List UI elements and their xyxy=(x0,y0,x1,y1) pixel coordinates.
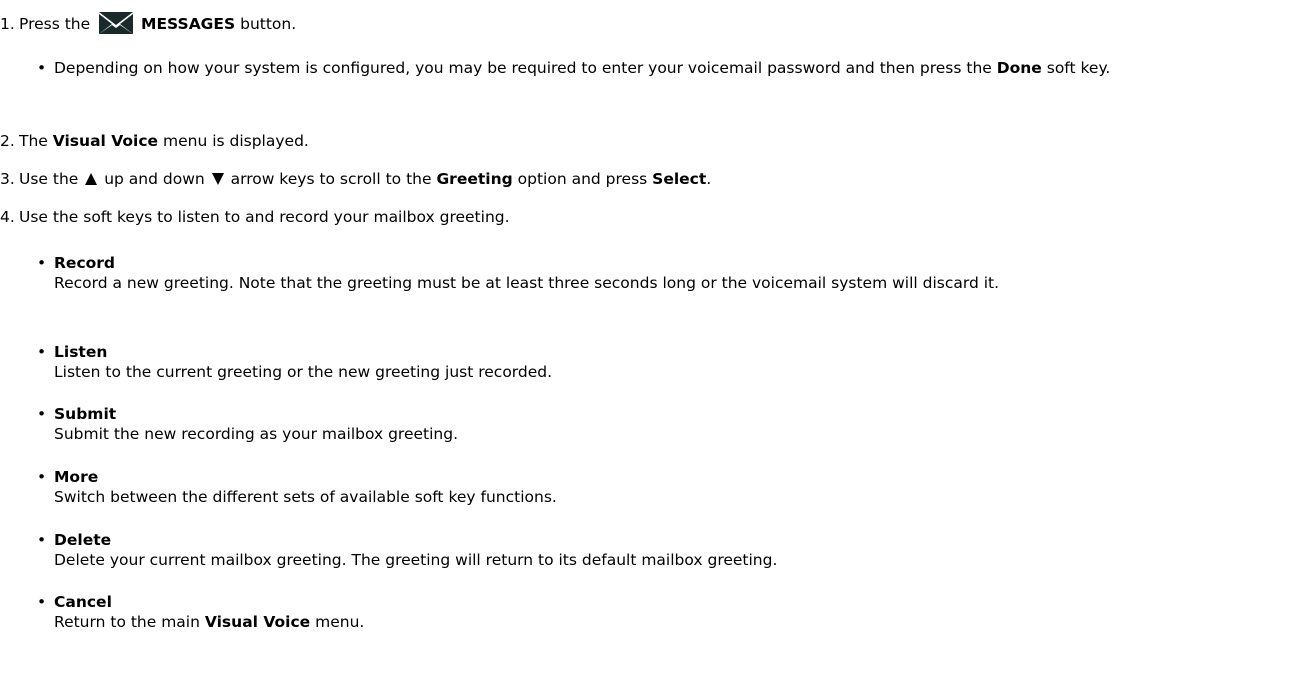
step-number: 1. xyxy=(0,15,15,33)
visual-voice-label: Visual Voice xyxy=(52,132,159,150)
step-text: Press the xyxy=(19,15,91,33)
softkey-desc: Return to the main xyxy=(54,613,200,631)
softkey-name: Record xyxy=(54,254,116,272)
softkey-desc: Listen to the current greeting or the ne… xyxy=(54,363,553,381)
step-text: arrow keys to scroll to the xyxy=(230,170,432,188)
note-post: soft key. xyxy=(1046,59,1111,77)
step-1: 1. Press the MESSAGES button. xyxy=(0,11,296,35)
bullet-dot: • xyxy=(37,468,47,486)
bullet-dot: • xyxy=(37,531,47,549)
step-text: button. xyxy=(240,15,297,33)
step-text: The xyxy=(19,132,48,150)
note-text: Depending on how your system is configur… xyxy=(54,58,1279,78)
softkey-name: Listen xyxy=(54,343,108,361)
step-number: 2. xyxy=(0,132,15,150)
softkey-body: Cancel Return to the main Visual Voice m… xyxy=(54,592,1279,632)
softkey-body: Listen Listen to the current greeting or… xyxy=(54,342,1279,382)
step-text: option and press xyxy=(517,170,648,188)
done-label: Done xyxy=(996,59,1042,77)
softkey-body: Submit Submit the new recording as your … xyxy=(54,404,1279,444)
softkey-desc: Switch between the different sets of ava… xyxy=(54,488,557,506)
step-text: menu is displayed. xyxy=(162,132,309,150)
softkey-desc: Submit the new recording as your mailbox… xyxy=(54,425,458,443)
softkey-name: Cancel xyxy=(54,593,112,611)
step-text: Use the soft keys to listen to and recor… xyxy=(19,208,510,226)
bullet-dot: • xyxy=(37,254,47,272)
note-pre: Depending on how your system is configur… xyxy=(54,59,992,77)
down-arrow-icon xyxy=(211,173,224,185)
visual-voice-label: Visual Voice xyxy=(204,613,311,631)
softkey-desc: Record a new greeting. Note that the gre… xyxy=(54,274,1000,292)
softkey-desc: menu. xyxy=(315,613,365,631)
messages-label: MESSAGES xyxy=(141,15,236,33)
step-2: 2. The Visual Voice menu is displayed. xyxy=(0,131,309,151)
softkey-body: Record Record a new greeting. Note that … xyxy=(54,253,1279,293)
envelope-icon xyxy=(99,12,134,34)
softkey-name: More xyxy=(54,468,99,486)
step-4: 4. Use the soft keys to listen to and rec… xyxy=(0,207,510,227)
up-arrow-icon xyxy=(85,173,98,185)
select-label: Select xyxy=(652,170,707,188)
bullet-dot: • xyxy=(37,405,47,423)
step-text: . xyxy=(706,170,712,188)
step-number: 3. xyxy=(0,170,15,188)
bullet-dot: • xyxy=(37,343,47,361)
softkey-name: Submit xyxy=(54,405,117,423)
step-number: 4. xyxy=(0,208,15,226)
greeting-label: Greeting xyxy=(436,170,513,188)
softkey-body: Delete Delete your current mailbox greet… xyxy=(54,530,1279,570)
step-text: Use the xyxy=(19,170,79,188)
softkey-desc: Delete your current mailbox greeting. Th… xyxy=(54,551,778,569)
bullet-dot: • xyxy=(37,59,47,77)
bullet-dot: • xyxy=(37,593,47,611)
step-text: up and down xyxy=(104,170,205,188)
softkey-body: More Switch between the different sets o… xyxy=(54,467,1279,507)
step-3: 3. Use the up and down arrow keys to scro… xyxy=(0,169,711,189)
softkey-name: Delete xyxy=(54,531,112,549)
